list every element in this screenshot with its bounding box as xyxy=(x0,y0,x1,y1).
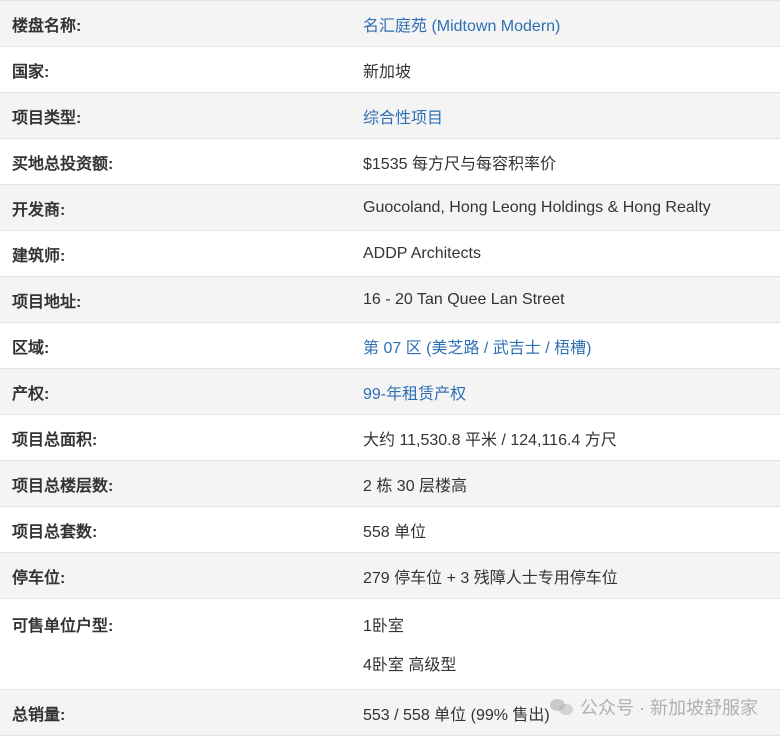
row-project-type: 项目类型: 综合性项目 xyxy=(0,93,780,139)
row-value: 2 栋 30 层楼高 xyxy=(363,477,468,495)
project-type-link[interactable]: 综合性项目 xyxy=(363,93,780,138)
row-label: 买地总投资额: xyxy=(12,155,114,173)
row-label: 楼盘名称: xyxy=(12,17,82,35)
row-label: 区域: xyxy=(12,339,50,357)
watermark-text: 公众号 · 新加坡舒服家 xyxy=(580,698,758,718)
row-district: 区域: 第 07 区 (美芝路 / 武吉士 / 梧槽) xyxy=(0,323,780,369)
row-tenure: 产权: 99-年租赁产权 xyxy=(0,369,780,415)
row-site-area: 项目总面积: 大约 11,530.8 平米 / 124,116.4 方尺 xyxy=(0,415,780,461)
row-label: 总销量: xyxy=(12,706,66,724)
row-address: 项目地址: 16 - 20 Tan Quee Lan Street xyxy=(0,277,780,323)
row-project-name: 楼盘名称: 名汇庭苑 (Midtown Modern) xyxy=(0,1,780,47)
row-value: ADDP Architects xyxy=(363,244,481,262)
row-land-price: 买地总投资额: $1535 每方尺与每容积率价 xyxy=(0,139,780,185)
row-label: 开发商: xyxy=(12,201,66,219)
row-total-units: 项目总套数: 558 单位 xyxy=(0,507,780,553)
unit-types-list: 1卧室 4卧室 高级型 xyxy=(363,599,780,689)
row-label: 项目总楼层数: xyxy=(12,477,114,495)
property-details-table: 楼盘名称: 名汇庭苑 (Midtown Modern) 国家: 新加坡 项目类型… xyxy=(0,0,780,736)
row-unit-types: 可售单位户型: 1卧室 4卧室 高级型 xyxy=(0,599,780,690)
row-label: 项目总套数: xyxy=(12,523,98,541)
row-value: 新加坡 xyxy=(363,63,412,81)
row-label: 建筑师: xyxy=(12,247,66,265)
row-developer: 开发商: Guocoland, Hong Leong Holdings & Ho… xyxy=(0,185,780,231)
row-label: 项目类型: xyxy=(12,109,82,127)
row-value: $1535 每方尺与每容积率价 xyxy=(363,155,556,173)
row-country: 国家: 新加坡 xyxy=(0,47,780,93)
row-label: 停车位: xyxy=(12,569,66,587)
row-architect: 建筑师: ADDP Architects xyxy=(0,231,780,277)
watermark: 公众号 · 新加坡舒服家 xyxy=(550,694,758,720)
row-label: 国家: xyxy=(12,63,50,81)
row-parking: 停车位: 279 停车位 + 3 残障人士专用停车位 xyxy=(0,553,780,599)
row-value: 279 停车位 + 3 残障人士专用停车位 xyxy=(363,569,618,587)
row-value: 大约 11,530.8 平米 / 124,116.4 方尺 xyxy=(363,431,617,449)
project-name-link[interactable]: 名汇庭苑 (Midtown Modern) xyxy=(363,1,780,46)
unit-type-item: 4卧室 高级型 xyxy=(363,657,457,674)
row-value: 558 单位 xyxy=(363,523,427,541)
tenure-link[interactable]: 99-年租赁产权 xyxy=(363,369,780,414)
row-value: Guocoland, Hong Leong Holdings & Hong Re… xyxy=(363,198,711,216)
row-label: 产权: xyxy=(12,385,50,403)
unit-type-item: 1卧室 xyxy=(363,618,404,635)
district-link[interactable]: 第 07 区 (美芝路 / 武吉士 / 梧槽) xyxy=(363,323,780,368)
row-value: 16 - 20 Tan Quee Lan Street xyxy=(363,290,565,308)
row-label: 可售单位户型: xyxy=(12,618,114,635)
wechat-icon xyxy=(550,697,574,717)
row-storeys: 项目总楼层数: 2 栋 30 层楼高 xyxy=(0,461,780,507)
row-label: 项目总面积: xyxy=(12,431,98,449)
row-label: 项目地址: xyxy=(12,293,82,311)
